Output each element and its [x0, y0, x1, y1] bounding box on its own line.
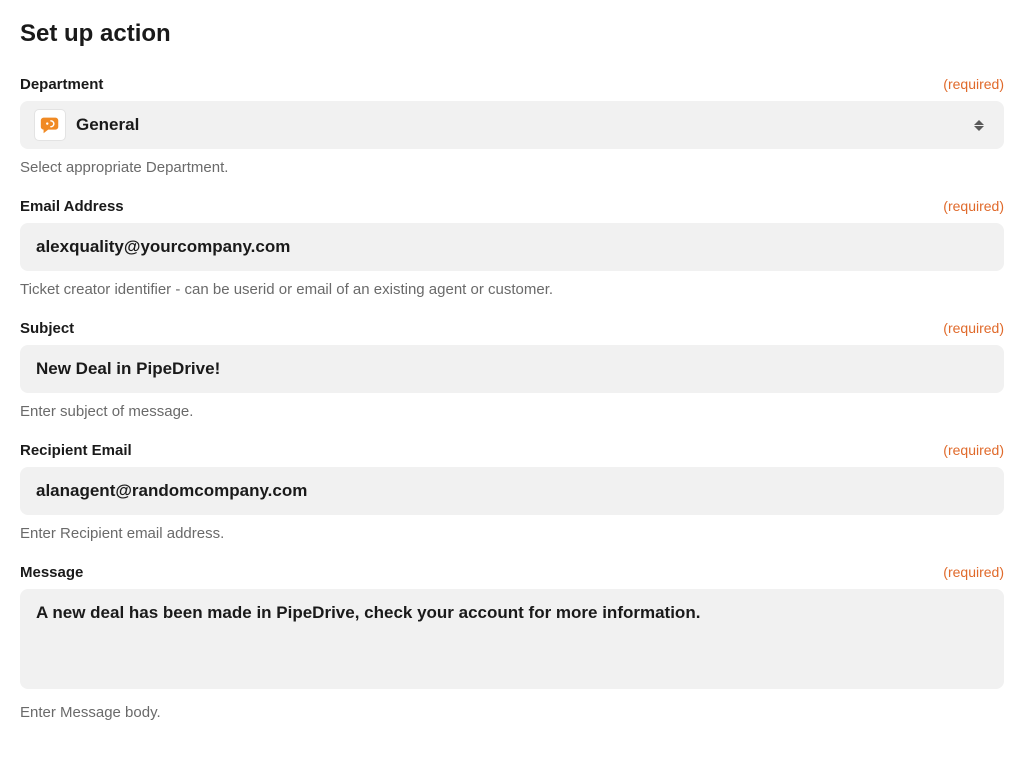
required-tag: (required)	[943, 442, 1004, 458]
chat-bubble-icon	[39, 114, 61, 136]
field-header: Department (required)	[20, 76, 1004, 93]
field-header: Subject (required)	[20, 320, 1004, 337]
field-message: Message (required) Enter Message body.	[20, 564, 1004, 721]
required-tag: (required)	[943, 564, 1004, 580]
page-title: Set up action	[20, 20, 1004, 48]
field-header: Message (required)	[20, 564, 1004, 581]
email-input[interactable]	[20, 223, 1004, 271]
department-select[interactable]: General	[20, 101, 1004, 149]
message-label: Message	[20, 564, 83, 581]
select-chevrons-icon	[974, 120, 990, 131]
field-department: Department (required) General Select app…	[20, 76, 1004, 176]
field-header: Recipient Email (required)	[20, 442, 1004, 459]
recipient-label: Recipient Email	[20, 442, 132, 459]
required-tag: (required)	[943, 76, 1004, 92]
recipient-helper: Enter Recipient email address.	[20, 525, 1004, 542]
field-subject: Subject (required) Enter subject of mess…	[20, 320, 1004, 420]
field-header: Email Address (required)	[20, 198, 1004, 215]
subject-input[interactable]	[20, 345, 1004, 393]
field-recipient: Recipient Email (required) Enter Recipie…	[20, 442, 1004, 542]
email-helper: Ticket creator identifier - can be useri…	[20, 281, 1004, 298]
subject-helper: Enter subject of message.	[20, 403, 1004, 420]
department-value: General	[76, 115, 974, 135]
email-label: Email Address	[20, 198, 124, 215]
department-icon-box	[34, 109, 66, 141]
field-email: Email Address (required) Ticket creator …	[20, 198, 1004, 298]
department-label: Department	[20, 76, 103, 93]
recipient-input[interactable]	[20, 467, 1004, 515]
message-textarea[interactable]	[20, 589, 1004, 689]
department-helper: Select appropriate Department.	[20, 159, 1004, 176]
required-tag: (required)	[943, 320, 1004, 336]
subject-label: Subject	[20, 320, 74, 337]
message-helper: Enter Message body.	[20, 704, 1004, 721]
required-tag: (required)	[943, 198, 1004, 214]
